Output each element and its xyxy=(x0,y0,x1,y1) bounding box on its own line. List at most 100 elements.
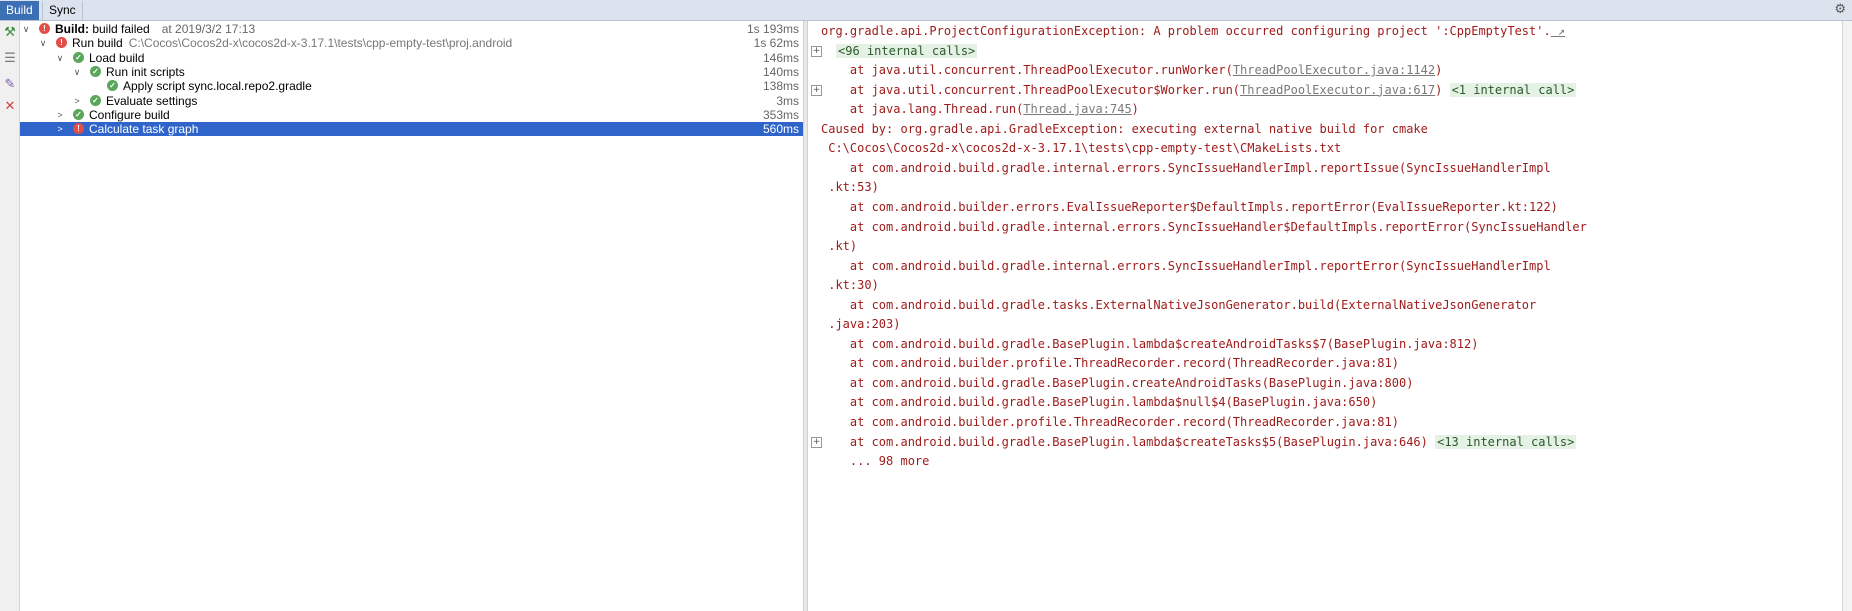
duration-label: 3ms xyxy=(776,93,799,108)
pin-icon[interactable]: ✎ xyxy=(2,77,18,93)
console-line: Caused by: org.gradle.api.GradleExceptio… xyxy=(821,120,1428,139)
chevron-right-icon[interactable]: > xyxy=(55,108,65,122)
console-text: at com.android.build.gradle.internal.err… xyxy=(821,160,1551,175)
console-text: at com.android.build.gradle.internal.err… xyxy=(821,258,1551,273)
console-text: .kt) xyxy=(821,239,858,254)
tree-row[interactable]: ∨ ✓ Load build 146ms xyxy=(20,51,803,65)
tab-build[interactable]: Build xyxy=(0,1,39,20)
tree-row-text: Run init scripts xyxy=(106,64,185,79)
tree-row-label: Apply script sync.local.repo2.gradle xyxy=(123,79,312,93)
console-line: .java:203) xyxy=(821,315,900,334)
chevron-right-icon[interactable]: > xyxy=(55,122,65,136)
chevron-down-icon[interactable]: ∨ xyxy=(38,36,48,50)
console-line: at java.util.concurrent.ThreadPoolExecut… xyxy=(821,61,1442,80)
tree-row-text: build failed xyxy=(89,22,150,36)
source-link[interactable]: Thread.java:745 xyxy=(1023,102,1131,116)
build-toolbar: ⚒ ☰ ✎ ✕ xyxy=(0,21,20,611)
console-text: at java.util.concurrent.ThreadPoolExecut… xyxy=(821,82,1241,97)
console-text: at com.android.builder.errors.EvalIssueR… xyxy=(821,199,1558,214)
tree-row-text: Calculate task graph xyxy=(89,122,199,137)
console-line: at com.android.build.gradle.internal.err… xyxy=(821,159,1551,178)
console-line: at com.android.builder.profile.ThreadRec… xyxy=(821,354,1399,373)
tree-row[interactable]: > ✓ Evaluate settings 3ms xyxy=(20,94,803,108)
console-line: at com.android.builder.errors.EvalIssueR… xyxy=(821,198,1558,217)
error-icon: ! xyxy=(56,37,67,49)
console-text: at com.android.build.gradle.tasks.Extern… xyxy=(821,297,1537,312)
tree-row-text: Load build xyxy=(89,50,145,65)
console-text: at com.android.builder.profile.ThreadRec… xyxy=(821,415,1399,429)
duration-label: 1s 193ms xyxy=(746,22,799,36)
tree-row-text: Apply script sync.local.repo2.gradle xyxy=(123,79,312,94)
console-text: at com.android.build.gradle.BasePlugin.l… xyxy=(821,434,1436,449)
console-text: ) xyxy=(1131,102,1139,117)
internal-calls-fold[interactable]: <13 internal calls> xyxy=(1435,434,1577,449)
tree-row[interactable]: >! Calculate task graph 560ms xyxy=(20,122,803,137)
source-link[interactable]: ThreadPoolExecutor.java:1142 xyxy=(1233,63,1435,77)
tree-row[interactable]: > ✓ Configure build 353ms xyxy=(20,108,803,122)
console-line: at com.android.build.gradle.BasePlugin.l… xyxy=(821,433,1577,452)
build-status-label: Build: xyxy=(55,22,89,36)
tool-window-header: Build Sync ⚙ xyxy=(0,0,1852,21)
console-line: .kt:30) xyxy=(821,276,879,295)
tab-sync[interactable]: Sync xyxy=(42,1,83,20)
internal-calls-fold[interactable]: <96 internal calls> xyxy=(836,43,978,58)
console-text: .kt:53) xyxy=(821,180,879,195)
console-text: .kt:30) xyxy=(821,278,879,293)
tree-row[interactable]: ✓ Apply script sync.local.repo2.gradle 138… xyxy=(20,79,803,93)
tree-row-label: Run build C:\Cocos\Cocos2d-x\cocos2d-x-3.… xyxy=(72,36,512,50)
error-icon: ! xyxy=(39,23,50,34)
tree-row-text: Evaluate settings xyxy=(106,93,198,108)
tree-row-label: Calculate task graph xyxy=(89,122,198,136)
right-gutter xyxy=(1842,21,1852,611)
duration-label: 146ms xyxy=(762,50,799,65)
console-text: Caused by: org.gradle.api.GradleExceptio… xyxy=(821,121,1428,136)
chevron-right-icon[interactable]: > xyxy=(72,94,82,108)
tree-row[interactable]: ∨ ✓ Run init scripts 140ms xyxy=(20,65,803,79)
console-line: at com.android.build.gradle.internal.err… xyxy=(821,218,1587,237)
tree-row[interactable]: ∨! Build: build failed at 2019/3/2 17:13 1s… xyxy=(20,22,803,36)
success-icon: ✓ xyxy=(73,51,84,63)
console-line: at com.android.build.gradle.BasePlugin.c… xyxy=(821,374,1414,393)
console-line: at com.android.build.gradle.internal.err… xyxy=(821,257,1551,276)
duration-label: 138ms xyxy=(762,79,799,94)
console-text: at java.lang.Thread.run( xyxy=(821,102,1024,117)
duration-label: 140ms xyxy=(762,64,799,79)
success-icon: ✓ xyxy=(73,108,84,120)
chevron-down-icon[interactable]: ∨ xyxy=(72,65,82,79)
console-text: org.gradle.api.ProjectConfigurationExcep… xyxy=(821,24,1551,38)
close-icon[interactable]: ✕ xyxy=(2,99,18,115)
tree-row-label: Build: build failed at 2019/3/2 17:13 xyxy=(55,22,255,36)
filter-icon[interactable]: ☰ xyxy=(2,51,18,67)
hammer-icon[interactable]: ⚒ xyxy=(2,25,18,41)
chevron-down-icon[interactable]: ∨ xyxy=(55,51,65,65)
tree-row-label: Evaluate settings xyxy=(106,94,197,108)
open-link-icon[interactable]: ↗ xyxy=(1551,24,1565,38)
tree-row-text: Run build xyxy=(72,36,123,51)
gear-icon[interactable]: ⚙ xyxy=(1834,2,1846,17)
console-text: ... 98 more xyxy=(821,454,930,469)
duration-label: 353ms xyxy=(762,107,799,122)
console-line: at com.android.build.gradle.BasePlugin.l… xyxy=(821,393,1377,412)
console-text: at com.android.build.gradle.BasePlugin.l… xyxy=(821,395,1378,410)
build-tree: ∨! Build: build failed at 2019/3/2 17:13 1s… xyxy=(20,21,803,611)
console-line: <96 internal calls> xyxy=(836,42,978,61)
console-line: .kt:53) xyxy=(821,178,879,197)
console-line: C:\Cocos\Cocos2d-x\cocos2d-x-3.17.1\test… xyxy=(821,139,1341,158)
success-icon: ✓ xyxy=(90,65,101,77)
console-line: at com.android.build.gradle.tasks.Extern… xyxy=(821,296,1536,315)
success-icon: ✓ xyxy=(107,80,118,92)
success-icon: ✓ xyxy=(90,94,101,106)
tree-row[interactable]: ∨! Run build C:\Cocos\Cocos2d-x\cocos2d-x-… xyxy=(20,36,803,50)
source-link[interactable]: ThreadPoolExecutor.java:617 xyxy=(1240,83,1435,97)
duration-label: 1s 62ms xyxy=(753,36,799,51)
console-line: .kt) xyxy=(821,237,857,256)
console-line: ... 98 more xyxy=(821,452,929,471)
chevron-down-icon[interactable]: ∨ xyxy=(21,22,31,36)
console-text: ) xyxy=(1435,82,1450,97)
console-text: C:\Cocos\Cocos2d-x\cocos2d-x-3.17.1\test… xyxy=(821,141,1342,156)
expand-icon[interactable]: + xyxy=(811,45,822,57)
project-path: C:\Cocos\Cocos2d-x\cocos2d-x-3.17.1\test… xyxy=(128,36,513,51)
console-text: at java.util.concurrent.ThreadPoolExecut… xyxy=(821,63,1233,78)
build-output-console: org.gradle.api.ProjectConfigurationExcep… xyxy=(808,21,1842,611)
internal-calls-fold[interactable]: <1 internal call> xyxy=(1449,82,1577,97)
